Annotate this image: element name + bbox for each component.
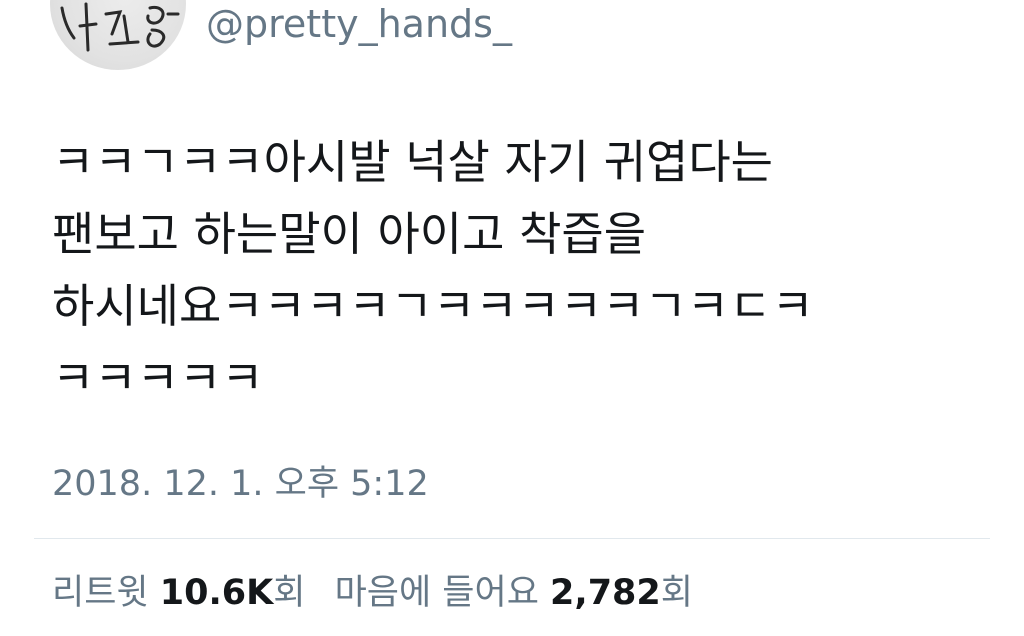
like-value: 2,782 bbox=[550, 573, 661, 613]
like-suffix: 회 bbox=[660, 573, 693, 613]
tweet-text: ㅋㅋㄱㅋㅋ아시발 넉살 자기 귀엽다는 팬보고 하는말이 아이고 착즙을 하시네… bbox=[52, 126, 992, 414]
tweet-timestamp[interactable]: 2018. 12. 1. 오후 5:12 bbox=[52, 462, 429, 506]
tweet-text-line: 하시네요ㅋㅋㅋㅋㄱㅋㅋㅋㅋㅋㄱㅋㄷㅋ bbox=[52, 279, 814, 333]
tweet-text-line: ㅋㅋㅋㅋㅋ bbox=[52, 351, 264, 405]
tweet-text-line: 팬보고 하는말이 아이고 착즙을 bbox=[52, 207, 647, 261]
retweet-value: 10.6K bbox=[159, 573, 274, 613]
like-count[interactable]: 마음에 들어요 2,782회 bbox=[335, 570, 693, 616]
retweet-suffix: 회 bbox=[273, 573, 306, 613]
tweet-stats: 리트윗 10.6K회 마음에 들어요 2,782회 bbox=[52, 570, 711, 616]
user-handle[interactable]: @pretty_hands_ bbox=[206, 2, 512, 46]
avatar[interactable] bbox=[50, 0, 186, 70]
avatar-handwriting-image bbox=[60, 2, 180, 52]
tweet-text-line: ㅋㅋㄱㅋㅋ아시발 넉살 자기 귀엽다는 bbox=[52, 135, 773, 189]
retweet-label: 리트윗 bbox=[52, 573, 149, 613]
retweet-count[interactable]: 리트윗 10.6K회 bbox=[52, 570, 305, 616]
divider bbox=[34, 538, 990, 539]
like-label: 마음에 들어요 bbox=[334, 573, 539, 613]
